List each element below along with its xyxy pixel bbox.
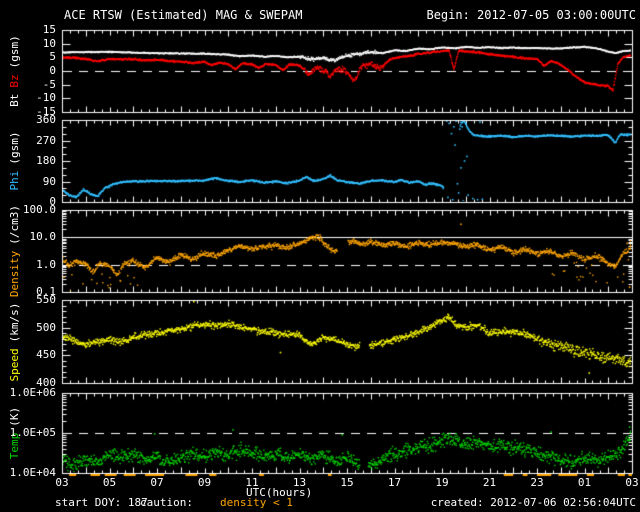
ace-rtsw-plot: ACE RTSW (Estimated) MAG & SWEPAM Begin:… <box>0 0 640 512</box>
x-tick-label: 03 <box>55 476 69 489</box>
caution-value: density < 1 <box>220 496 293 509</box>
y-tick-label: 1.0 <box>36 257 56 271</box>
x-tick-label: 17 <box>387 476 402 489</box>
x-tick-label: 03 <box>625 476 639 489</box>
y-tick-label: 15 <box>42 23 56 36</box>
y-tick-label: 0 <box>49 64 56 77</box>
y-tick-label: 100.0 <box>22 203 56 216</box>
ylabel-part: (K) <box>7 406 21 427</box>
y-tick-label: 500 <box>36 320 56 334</box>
x-tick-label: 09 <box>197 476 212 489</box>
x-tick-label: 07 <box>150 476 164 489</box>
x-tick-label: 19 <box>435 476 449 489</box>
y-tick-label: 1.0E+04 <box>9 466 56 479</box>
x-tick-label: 15 <box>340 476 354 489</box>
y-tick-label: 180 <box>36 154 56 167</box>
x-tick-label: 05 <box>102 476 117 489</box>
y-tick-label: 1.0E+06 <box>9 386 56 399</box>
y-tick-label: 450 <box>36 348 56 362</box>
y-tick-label: 270 <box>36 133 56 147</box>
y-tick-label: 360 <box>36 113 56 126</box>
begin-timestamp: Begin: 2012-07-05 03:00:00UTC <box>426 8 636 22</box>
created-timestamp: created: 2012-07-06 02:56:04UTC <box>430 496 636 509</box>
y-tick-label: -5 <box>42 77 56 91</box>
plot-canvas <box>0 0 640 512</box>
page-title: ACE RTSW (Estimated) MAG & SWEPAM <box>64 8 303 22</box>
y-tick-label: 10.0 <box>29 230 57 244</box>
y-tick-label: 1.0E+05 <box>9 426 56 439</box>
start-doy-label: start DOY: 187 <box>55 496 148 509</box>
y-tick-label: -10 <box>36 91 56 105</box>
x-tick-label: 21 <box>482 476 497 489</box>
y-tick-label: 90 <box>42 174 56 188</box>
x-tick-label: 23 <box>530 476 544 489</box>
y-tick-label: 5 <box>49 50 56 64</box>
y-tick-label: 550 <box>36 293 56 306</box>
x-tick-label: 01 <box>577 476 592 489</box>
caution-label: caution: <box>140 496 193 509</box>
y-tick-label: 10 <box>42 36 56 50</box>
